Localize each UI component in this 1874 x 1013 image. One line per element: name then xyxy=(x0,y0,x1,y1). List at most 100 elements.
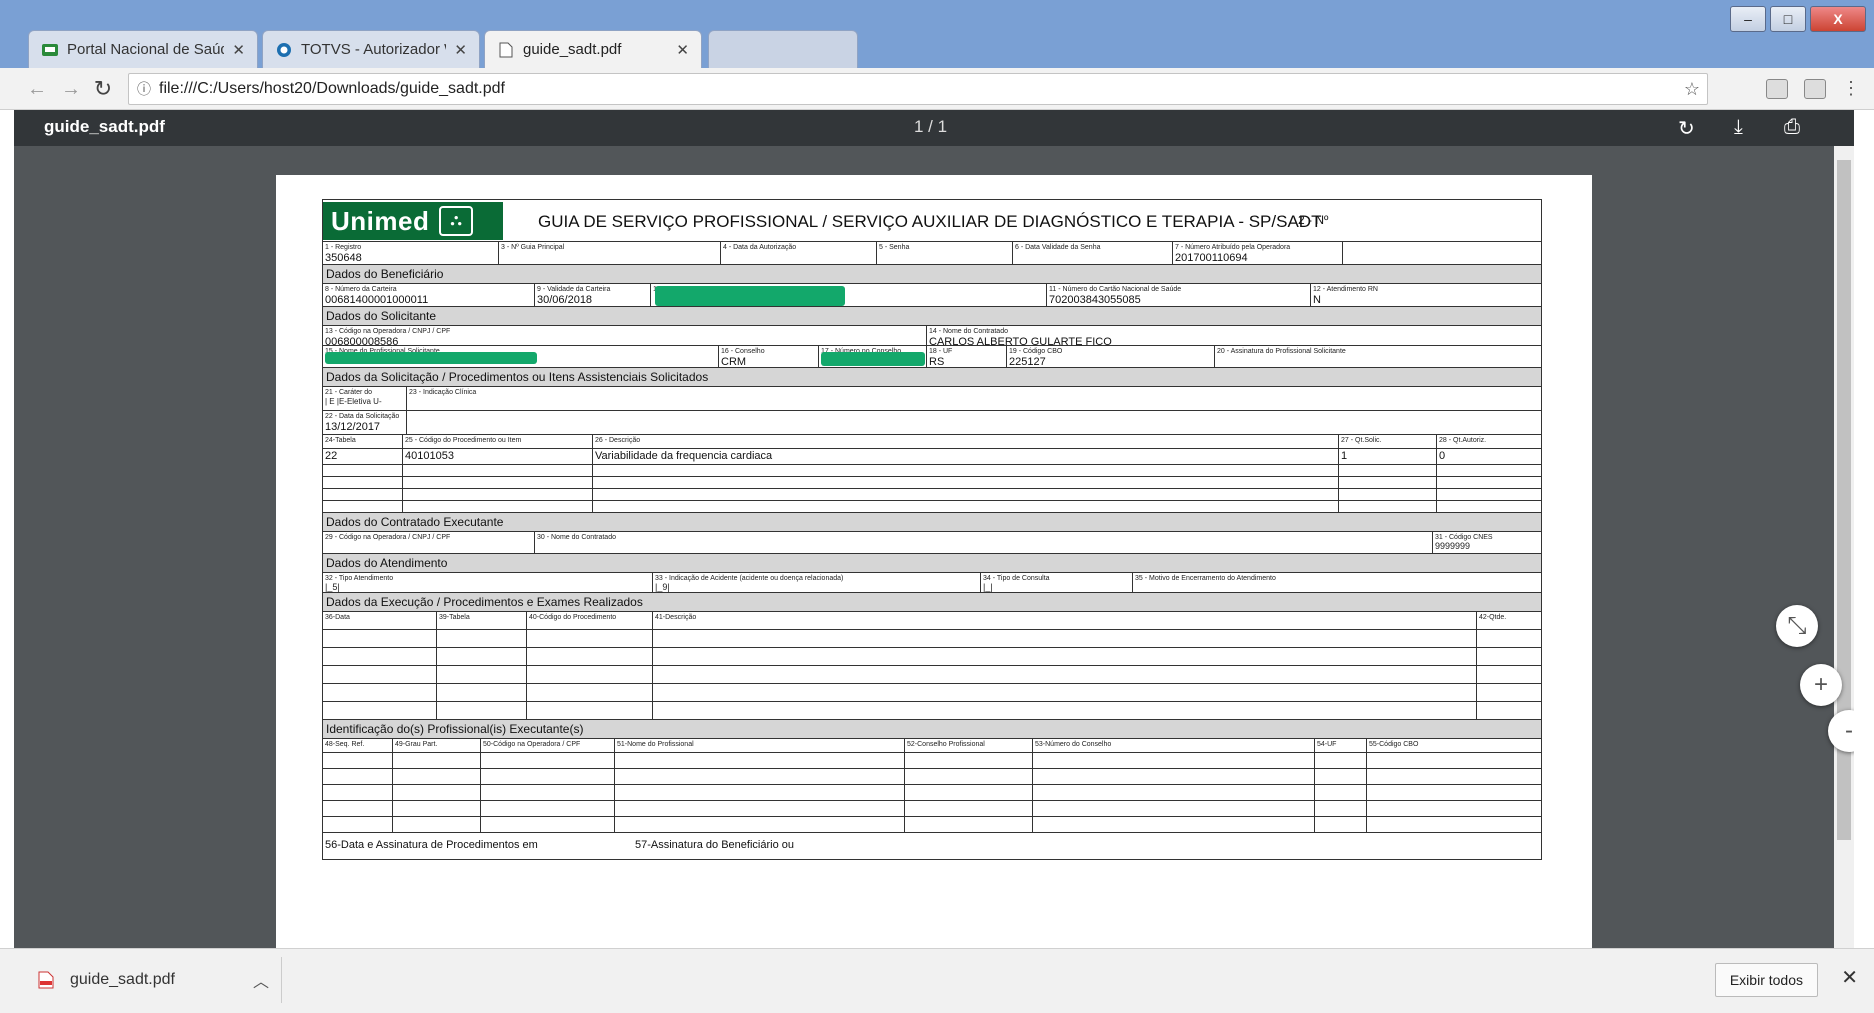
motivo-label: 35 - Motivo de Encerramento do Atendimen… xyxy=(1135,575,1276,582)
proc-header-row: 24-Tabela 25 - Código do Procedimento ou… xyxy=(323,435,1541,449)
section-executante: Dados do Contratado Executante xyxy=(323,513,1541,532)
cell xyxy=(1339,489,1437,500)
exec-tabela-label: 39-Tabela xyxy=(439,614,470,621)
acidente-label: 33 - Indicação de Acidente (acidente ou … xyxy=(655,575,844,582)
cell xyxy=(323,501,403,512)
data-autorizacao-label: 4 - Data da Autorização xyxy=(723,244,797,251)
extension-icon[interactable] xyxy=(1766,79,1788,99)
cell xyxy=(615,769,905,784)
download-filename[interactable]: guide_sadt.pdf xyxy=(70,971,241,989)
table-row: 22 40101053 Variabilidade da frequencia … xyxy=(323,449,1541,465)
cell xyxy=(1033,801,1315,816)
cell xyxy=(1367,801,1541,816)
maximize-button[interactable]: □ xyxy=(1770,6,1806,32)
minimize-button[interactable]: – xyxy=(1730,6,1766,32)
cell xyxy=(1367,785,1541,800)
cell xyxy=(1477,648,1541,665)
totvs-icon xyxy=(275,41,293,59)
tab-totvs[interactable]: TOTVS - Autorizador WE ✕ xyxy=(262,30,480,68)
zoom-out-icon[interactable]: - xyxy=(1828,710,1854,752)
cell xyxy=(481,753,615,768)
prof-seq-label: 48-Seq. Ref. xyxy=(325,741,365,748)
cell xyxy=(593,501,1339,512)
table-row xyxy=(323,801,1541,817)
show-all-button[interactable]: Exibir todos xyxy=(1714,963,1818,997)
tab-guide-sadt[interactable]: guide_sadt.pdf ✕ xyxy=(484,30,702,68)
fit-page-icon[interactable]: ⤡ xyxy=(1776,605,1818,647)
download-icon[interactable]: ⤓ xyxy=(1734,116,1743,139)
menu-icon[interactable]: ⋮ xyxy=(1842,78,1860,99)
address-bar[interactable]: ⓘ file:///C:/Users/host20/Downloads/guid… xyxy=(128,73,1708,105)
exec-qtde-label: 42-Qtde. xyxy=(1479,614,1507,621)
cell xyxy=(437,702,527,719)
close-window-button[interactable]: X xyxy=(1810,6,1866,32)
table-row xyxy=(323,630,1541,648)
print-icon[interactable]: ⎙ xyxy=(1784,116,1800,139)
uf-value: RS xyxy=(929,356,945,367)
form-header: Unimed ⛬ GUIA DE SERVIÇO PROFISSIONAL / S… xyxy=(323,200,1541,242)
cell xyxy=(437,666,527,683)
prof-col-conselho: 52-Conselho Profissional xyxy=(905,739,1033,752)
cell xyxy=(1367,817,1541,832)
tab-portal-nacional[interactable]: Portal Nacional de Saúde ✕ xyxy=(28,30,258,68)
download-item[interactable]: guide_sadt.pdf ︿ xyxy=(14,957,282,1003)
table-row xyxy=(323,753,1541,769)
back-icon[interactable]: ← xyxy=(24,76,50,102)
data-solic-label: 22 - Data da Solicitação xyxy=(325,413,400,420)
col-qt-autoriz-label: 28 - Qt.Autoriz. xyxy=(1439,437,1487,444)
zoom-in-icon[interactable]: + xyxy=(1800,664,1842,706)
chevron-up-icon[interactable]: ︿ xyxy=(241,968,281,992)
close-icon[interactable]: ✕ xyxy=(232,41,245,59)
exec-col-codigo: 40-Código do Procedimento xyxy=(527,612,653,629)
close-icon[interactable]: ✕ xyxy=(676,41,689,59)
portal-icon xyxy=(41,41,59,59)
rn-label: 12 - Atendimento RN xyxy=(1313,286,1378,293)
data-solic-cell: 22 - Data da Solicitação 13/12/2017 xyxy=(323,411,407,434)
prof-cbo-label: 55-Código CBO xyxy=(1369,741,1419,748)
close-icon[interactable]: ✕ xyxy=(1841,965,1858,990)
section-solicitacao: Dados da Solicitação / Procedimentos ou … xyxy=(323,368,1541,387)
cell xyxy=(1315,801,1367,816)
row-registro: 1 - Registro 350648 3 - Nº Guia Principal… xyxy=(323,242,1541,265)
cell xyxy=(527,702,653,719)
close-icon[interactable]: ✕ xyxy=(454,41,467,59)
vertical-scrollbar[interactable] xyxy=(1834,146,1854,948)
validade-senha-label: 6 - Data Validade da Senha xyxy=(1015,244,1101,251)
numero-operadora-cell: 7 - Número Atribuído pela Operadora 20170… xyxy=(1173,242,1343,264)
bookmark-star-icon[interactable]: ☆ xyxy=(1677,79,1707,100)
rotate-icon[interactable]: ↻ xyxy=(1678,116,1695,141)
forward-icon[interactable]: → xyxy=(58,76,84,102)
guia-principal-label: 3 - Nº Guia Principal xyxy=(501,244,565,251)
table-row xyxy=(323,769,1541,785)
guide-number-label: 2 - Nº xyxy=(1298,213,1329,227)
cod-operadora-cell: 13 - Código na Operadora / CNPJ / CPF 006… xyxy=(323,326,927,345)
cell xyxy=(1367,769,1541,784)
exec-cod-cell: 29 - Código na Operadora / CNPJ / CPF xyxy=(323,532,535,553)
window-controls: – □ X xyxy=(1730,6,1866,32)
cell xyxy=(1477,666,1541,683)
cell xyxy=(905,753,1033,768)
info-icon[interactable]: ⓘ xyxy=(129,79,159,99)
table-row xyxy=(323,501,1541,513)
cast-icon[interactable] xyxy=(1804,79,1826,99)
cell xyxy=(1339,477,1437,488)
row-carater: 21 - Caráter do | E |E-Eletiva U- 23 - In… xyxy=(323,387,1541,411)
empty-cell xyxy=(1343,242,1541,264)
cell xyxy=(323,769,393,784)
url-text[interactable]: file:///C:/Users/host20/Downloads/guide_… xyxy=(159,80,505,98)
cell xyxy=(1339,501,1437,512)
redaction-mark xyxy=(821,352,925,366)
tipo-consulta-value: |_| xyxy=(983,582,993,592)
section-beneficiario: Dados do Beneficiário xyxy=(323,265,1541,284)
cell xyxy=(323,630,437,647)
cell xyxy=(1339,465,1437,476)
cell xyxy=(403,465,593,476)
cell xyxy=(615,753,905,768)
reload-icon[interactable]: ↻ xyxy=(90,76,116,102)
cell xyxy=(1437,477,1541,488)
new-tab-button[interactable] xyxy=(708,30,858,68)
proc-codigo: 40101053 xyxy=(403,449,593,464)
indicacao-cont xyxy=(407,411,1541,434)
exec-nome-label: 30 - Nome do Contratado xyxy=(537,534,616,541)
cbo-value: 225127 xyxy=(1009,356,1046,367)
